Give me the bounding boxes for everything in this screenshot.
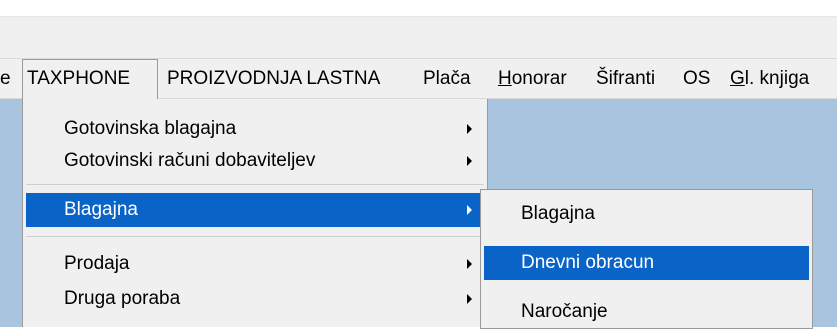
taxphone-dropdown-menu: Gotovinska blagajna Gotovinski računi do…	[22, 99, 488, 327]
menu-item-gl-knjiga[interactable]: Gl. knjiga	[726, 59, 813, 99]
menu-item-gl-knjiga-rest: l. knjiga	[744, 68, 810, 89]
menu-separator	[26, 236, 484, 237]
menu-item-proizvodnja-lastna[interactable]: PROIZVODNJA LASTNA	[163, 59, 384, 99]
menu-item-honorar-mnemonic: H	[498, 68, 512, 89]
menu-item-os[interactable]: OS	[679, 59, 714, 99]
toolbar-area	[0, 16, 837, 59]
submenu-arrow-icon	[467, 294, 472, 304]
submenu-item-blagajna[interactable]: Blagajna	[484, 197, 809, 231]
dropdown-item-label: Blagajna	[64, 199, 138, 220]
dropdown-item-prodaja[interactable]: Prodaja	[26, 247, 484, 281]
dropdown-item-label: Druga poraba	[64, 288, 181, 309]
dropdown-item-druga-poraba[interactable]: Druga poraba	[26, 282, 484, 316]
dropdown-item-label: Gotovinski računi dobaviteljev	[64, 150, 316, 171]
submenu-arrow-icon	[467, 156, 472, 166]
submenu-item-dnevni-obracun[interactable]: Dnevni obracun	[484, 246, 809, 280]
submenu-item-label: Blagajna	[521, 203, 595, 224]
menu-item-gl-knjiga-mnemonic: G	[730, 68, 745, 89]
submenu-arrow-icon	[467, 205, 472, 215]
submenu-item-label: Naročanje	[521, 301, 608, 322]
dropdown-item-blagajna[interactable]: Blagajna	[26, 193, 484, 227]
dropdown-item-gotovinska-blagajna[interactable]: Gotovinska blagajna	[26, 112, 484, 146]
dropdown-item-label: Prodaja	[64, 253, 130, 274]
dropdown-item-label: Gotovinska blagajna	[64, 118, 237, 139]
submenu-item-label: Dnevni obracun	[521, 252, 655, 273]
menu-item-cut-off[interactable]: e	[0, 59, 15, 99]
submenu-arrow-icon	[467, 259, 472, 269]
menu-item-sifranti[interactable]: Šifranti	[592, 59, 659, 99]
dropdown-item-gotovinski-racuni[interactable]: Gotovinski računi dobaviteljev	[26, 144, 484, 178]
menu-separator	[26, 184, 484, 185]
blagajna-submenu: Blagajna Dnevni obracun Naročanje	[480, 189, 813, 329]
menu-item-honorar-rest: onorar	[511, 68, 567, 89]
menu-item-honorar[interactable]: Honorar	[494, 59, 571, 99]
submenu-arrow-icon	[467, 124, 472, 134]
menu-item-placa[interactable]: Plača	[419, 59, 475, 99]
submenu-item-narocanje[interactable]: Naročanje	[484, 295, 809, 329]
menu-bar: e TAXPHONE PROIZVODNJA LASTNA Plača Hono…	[0, 58, 837, 99]
menu-item-taxphone[interactable]: TAXPHONE	[22, 59, 158, 99]
